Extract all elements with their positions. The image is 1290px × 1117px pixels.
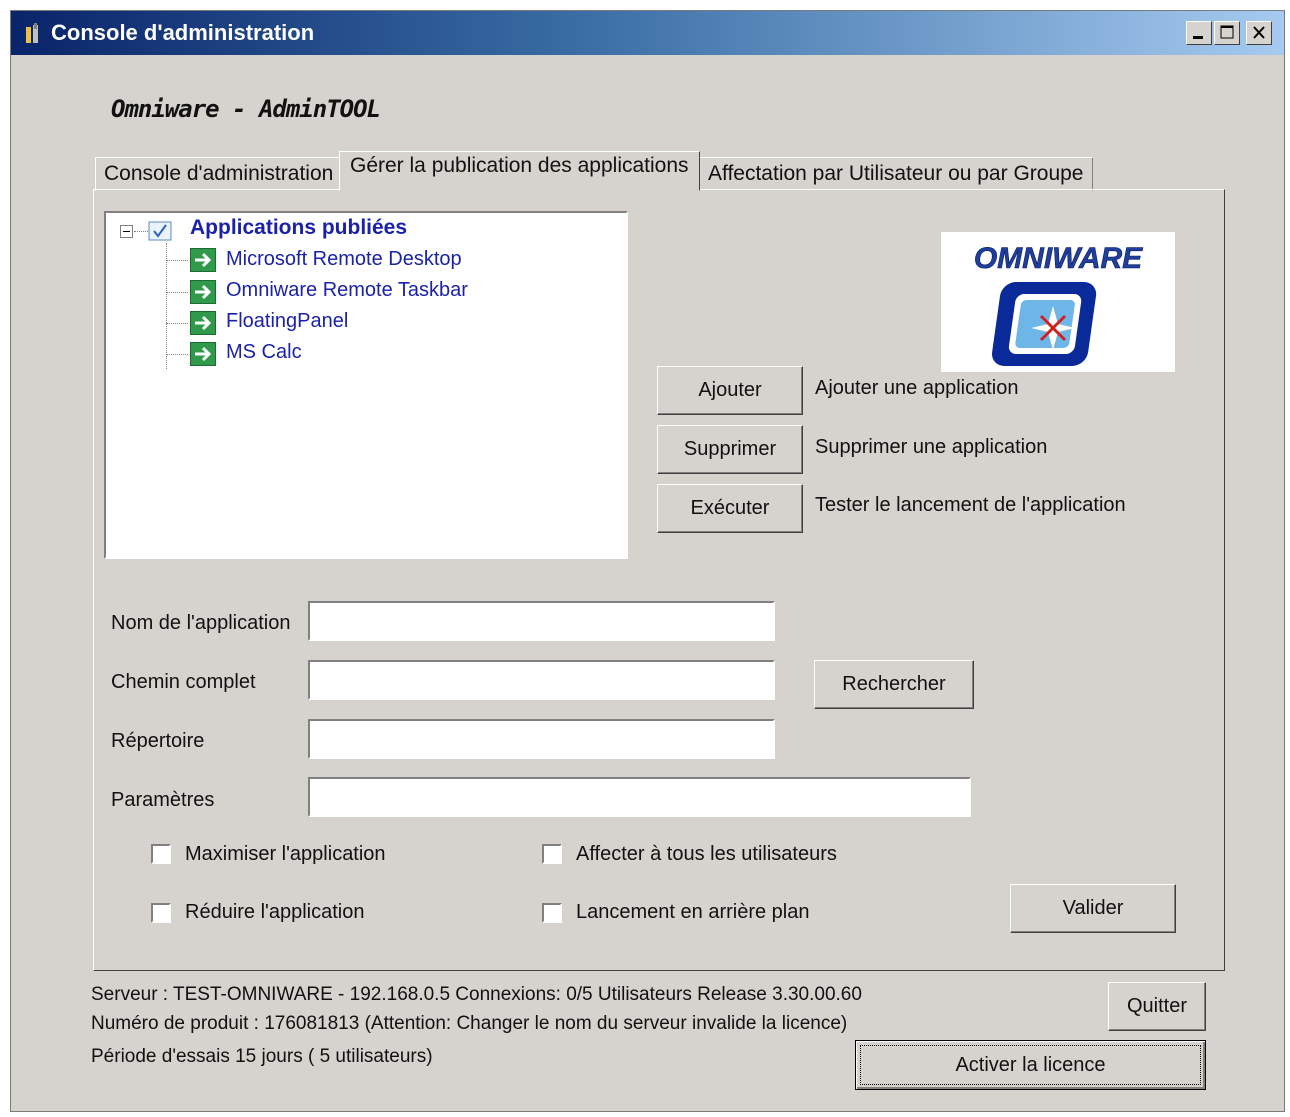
activate-license-button[interactable]: Activer la licence — [855, 1040, 1206, 1090]
directory-input[interactable] — [308, 719, 775, 759]
delete-button[interactable]: Supprimer — [657, 425, 803, 474]
path-label: Chemin complet — [111, 671, 256, 693]
tree-item[interactable]: MS Calc — [226, 341, 302, 364]
maximize-icon — [1220, 25, 1234, 39]
server-status: Serveur : TEST-OMNIWARE - 192.168.0.5 Co… — [91, 984, 862, 1005]
checkbox-checked-icon[interactable] — [148, 221, 172, 241]
app-arrow-icon — [190, 248, 216, 272]
validate-button[interactable]: Valider — [1010, 884, 1176, 933]
tree-item[interactable]: Omniware Remote Taskbar — [226, 279, 468, 302]
execute-button[interactable]: Exécuter — [657, 484, 803, 533]
name-label: Nom de l'application — [111, 612, 291, 634]
collapse-icon[interactable] — [120, 225, 133, 238]
app-arrow-icon — [190, 280, 216, 304]
add-description: Ajouter une application — [815, 377, 1019, 399]
tab-console[interactable]: Console d'administration — [95, 157, 343, 191]
delete-description: Supprimer une application — [815, 436, 1048, 458]
maximize-label: Maximiser l'application — [185, 843, 386, 865]
path-input[interactable] — [308, 660, 775, 700]
maximize-button[interactable] — [1214, 21, 1240, 45]
params-label: Paramètres — [111, 789, 215, 811]
minimize-app-checkbox[interactable] — [151, 903, 171, 923]
close-button[interactable] — [1246, 21, 1272, 45]
minimize-icon — [1193, 36, 1203, 39]
logo-text: OMNIWARE — [974, 242, 1143, 275]
name-input[interactable] — [308, 601, 775, 641]
admin-tool-icon — [26, 23, 38, 43]
product-number: Numéro de produit : 176081813 (Attention… — [91, 1013, 848, 1034]
tab-publication[interactable]: Gérer la publication des applications — [339, 151, 700, 191]
applications-tree[interactable]: Applications publiées Microsoft Remote D… — [104, 211, 628, 559]
assign-all-label: Affecter à tous les utilisateurs — [576, 843, 837, 865]
params-input[interactable] — [308, 777, 971, 817]
minimize-button[interactable] — [1186, 21, 1212, 45]
tree-item[interactable]: FloatingPanel — [226, 310, 348, 333]
focus-rectangle — [860, 1045, 1201, 1085]
minimize-app-label: Réduire l'application — [185, 901, 365, 923]
close-icon — [1253, 26, 1265, 39]
tree-root-label[interactable]: Applications publiées — [190, 216, 407, 240]
main-window: Console d'administration Omniware - Admi… — [10, 10, 1285, 1112]
trial-period: Période d'essais 15 jours ( 5 utilisateu… — [91, 1046, 433, 1067]
tab-affectation[interactable]: Affectation par Utilisateur ou par Group… — [699, 157, 1093, 191]
tree-item[interactable]: Microsoft Remote Desktop — [226, 248, 462, 271]
window-title: Console d'administration — [51, 20, 315, 45]
add-button[interactable]: Ajouter — [657, 366, 803, 415]
app-heading: Omniware - AdminTOOL — [111, 95, 381, 123]
background-checkbox[interactable] — [542, 903, 562, 923]
compass-icon — [991, 282, 1097, 366]
browse-button[interactable]: Rechercher — [814, 660, 974, 709]
omniware-logo: OMNIWARE — [941, 232, 1175, 372]
directory-label: Répertoire — [111, 730, 205, 752]
quit-button[interactable]: Quitter — [1108, 982, 1206, 1031]
title-bar[interactable]: Console d'administration — [11, 11, 1284, 55]
app-arrow-icon — [190, 311, 216, 335]
background-label: Lancement en arrière plan — [576, 901, 810, 923]
app-arrow-icon — [190, 342, 216, 366]
assign-all-checkbox[interactable] — [542, 844, 562, 864]
execute-description: Tester le lancement de l'application — [815, 494, 1126, 516]
maximize-checkbox[interactable] — [151, 844, 171, 864]
